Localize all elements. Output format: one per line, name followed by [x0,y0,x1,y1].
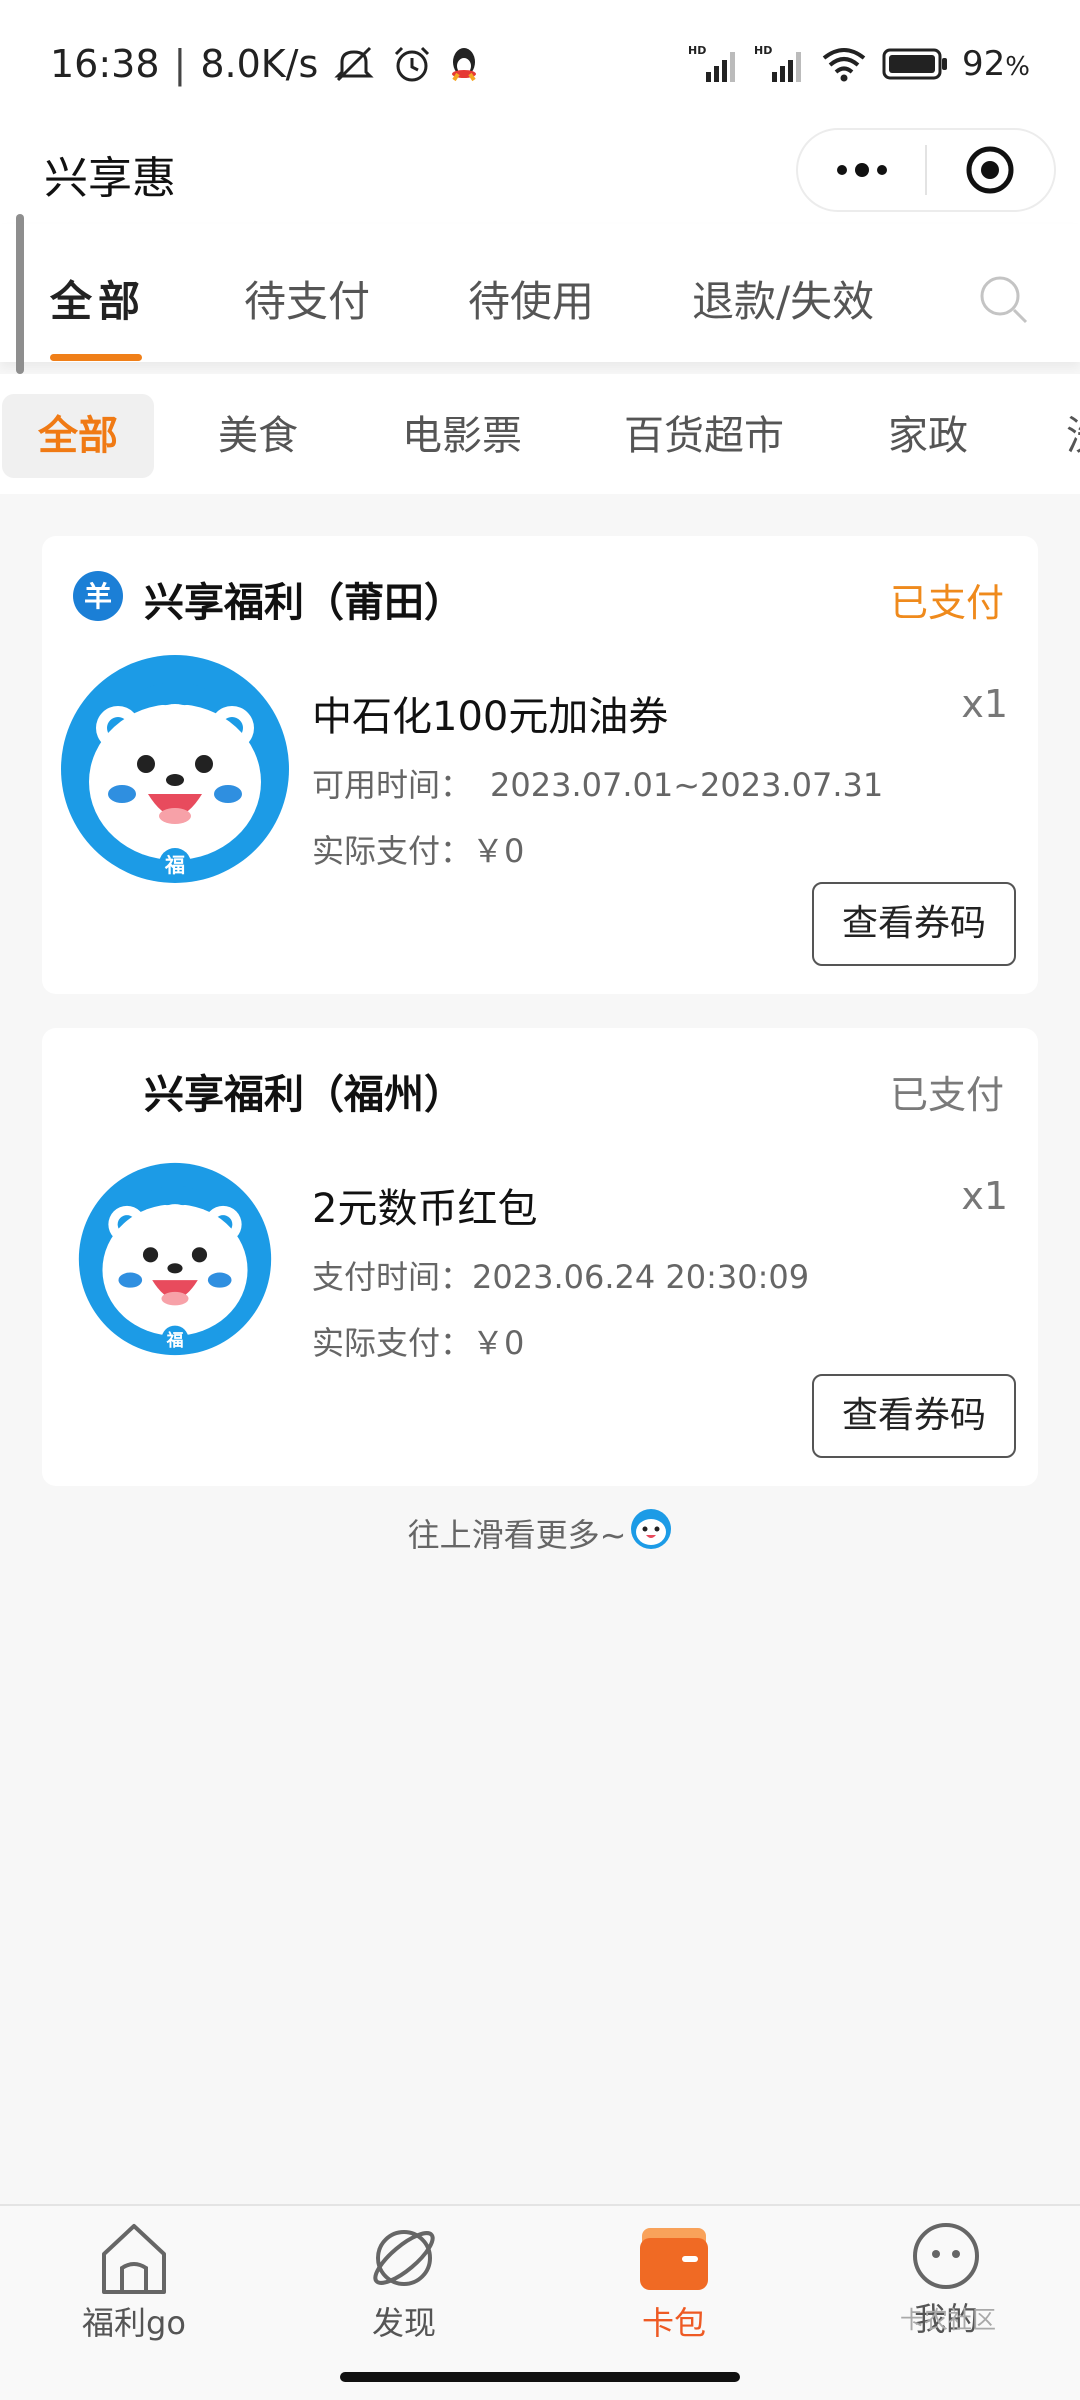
actual-payment: 实际支付：￥0 [312,1318,524,1364]
nav-label: 发现 [371,2304,436,2342]
signal-hd-icon: HD [688,44,740,84]
category-department-store[interactable]: 百货超市 [624,394,784,478]
home-indicator[interactable] [340,2372,740,2382]
product-name: 2元数币红包 [312,1186,538,1232]
battery-icon [882,46,948,82]
mini-program-capsule [796,128,1056,212]
payment-time-label: 支付时间： [312,1258,473,1296]
actual-payment-value: ￥0 [472,1324,525,1362]
wallet-icon [640,2228,708,2290]
view-voucher-code-button[interactable]: 查看券码 [811,882,1016,966]
available-time: 可用时间： 2023.07.01~2023.07.31 [312,760,883,806]
mascot-emoji-icon [630,1508,672,1558]
svg-text:HD: HD [688,44,706,57]
category-all[interactable]: 全部 [2,394,154,478]
net-speed: 8.0K/s [200,42,319,86]
close-button[interactable] [927,130,1054,210]
load-more-text: 往上滑看更多~ [407,1516,627,1554]
view-voucher-code-button[interactable]: 查看券码 [811,1374,1016,1458]
available-time-value: 2023.07.01~2023.07.31 [490,766,884,804]
svg-text:福: 福 [166,1330,184,1350]
title-bar: 兴享惠 [0,128,1080,224]
face-icon [913,2223,979,2289]
clock: 16:38 [50,42,160,86]
quantity: x1 [961,1174,1008,1218]
planet-icon [373,2230,435,2286]
merchant-logo-icon: 羊 [72,570,124,626]
actual-payment: 实际支付：￥0 [312,826,524,872]
quantity: x1 [961,682,1008,726]
search-icon [980,276,1028,324]
category-cut-off[interactable]: 洗 [1066,394,1080,478]
load-more-hint: 往上滑看更多~ [0,1508,1080,1558]
svg-text:HD: HD [754,44,772,57]
tab-refund-expired[interactable]: 退款/失效 [692,268,874,329]
svg-text:福: 福 [164,853,185,877]
watermark: 卡农社区 [900,2306,996,2334]
nav-welfare-go[interactable]: 福利go [34,2220,234,2344]
status-right: HD HD 92% [688,36,1030,92]
payment-time-value: 2023.06.24 20:30:09 [472,1258,810,1296]
order-status-tabs: 全部 待支付 待使用 退款/失效 [0,214,1080,374]
tab-to-use[interactable]: 待使用 [468,268,594,329]
actual-payment-label: 实际支付： [312,832,473,870]
active-tab-underline [50,354,142,361]
available-time-label: 可用时间： [312,766,473,804]
actual-payment-label: 实际支付： [312,1324,473,1362]
alarm-icon [390,42,434,86]
more-dots-icon [836,163,887,177]
product-mascot-image: 福 [60,654,290,888]
order-status: 已支付 [889,1073,1004,1117]
nav-discover[interactable]: 发现 [304,2220,504,2344]
actual-payment-value: ￥0 [472,832,525,870]
order-status: 已支付 [889,581,1004,625]
status-left: 16:38 | 8.0K/s [50,36,480,92]
product-name: 中石化100元加油券 [312,694,669,740]
separator: | [173,42,187,86]
wifi-icon [820,44,868,84]
tab-all[interactable]: 全部 [50,268,146,329]
tab-pending-payment[interactable]: 待支付 [244,268,370,329]
home-icon [102,2224,166,2294]
page-title: 兴享惠 [44,153,176,204]
merchant-name: 兴享福利（莆田） [144,580,464,626]
svg-text:羊: 羊 [84,580,112,613]
nav-label: 卡包 [641,2304,706,2342]
product-mascot-image: 福 [78,1162,272,1360]
order-card[interactable]: 兴享福利（福州） 已支付 福 2元数币红包 x1 支付时间：2023.06.24… [42,1028,1038,1486]
merchant-name: 兴享福利（福州） [144,1072,464,1118]
target-circle-icon [966,146,1014,194]
search-button[interactable] [976,272,1032,332]
payment-time: 支付时间：2023.06.24 20:30:09 [312,1252,809,1298]
more-button[interactable] [798,130,925,210]
category-movie-tickets[interactable]: 电影票 [402,394,522,478]
battery-level: 92% [962,44,1030,84]
mute-icon [332,42,376,86]
order-card[interactable]: 羊 兴享福利（莆田） 已支付 福 中石化100元加油券 x1 可用时间： 2023… [42,536,1038,994]
category-housekeeping[interactable]: 家政 [888,394,968,478]
category-food[interactable]: 美食 [218,394,298,478]
nav-card-wallet[interactable]: 卡包 [574,2220,774,2344]
category-tabs: 全部 美食 电影票 百货超市 家政 洗 [0,374,1080,494]
nav-label: 福利go [82,2304,186,2342]
scroll-indicator [16,214,24,374]
signal-hd-icon: HD [754,44,806,84]
status-bar: 16:38 | 8.0K/s HD HD 92% [0,0,1080,128]
qq-icon [448,44,480,84]
